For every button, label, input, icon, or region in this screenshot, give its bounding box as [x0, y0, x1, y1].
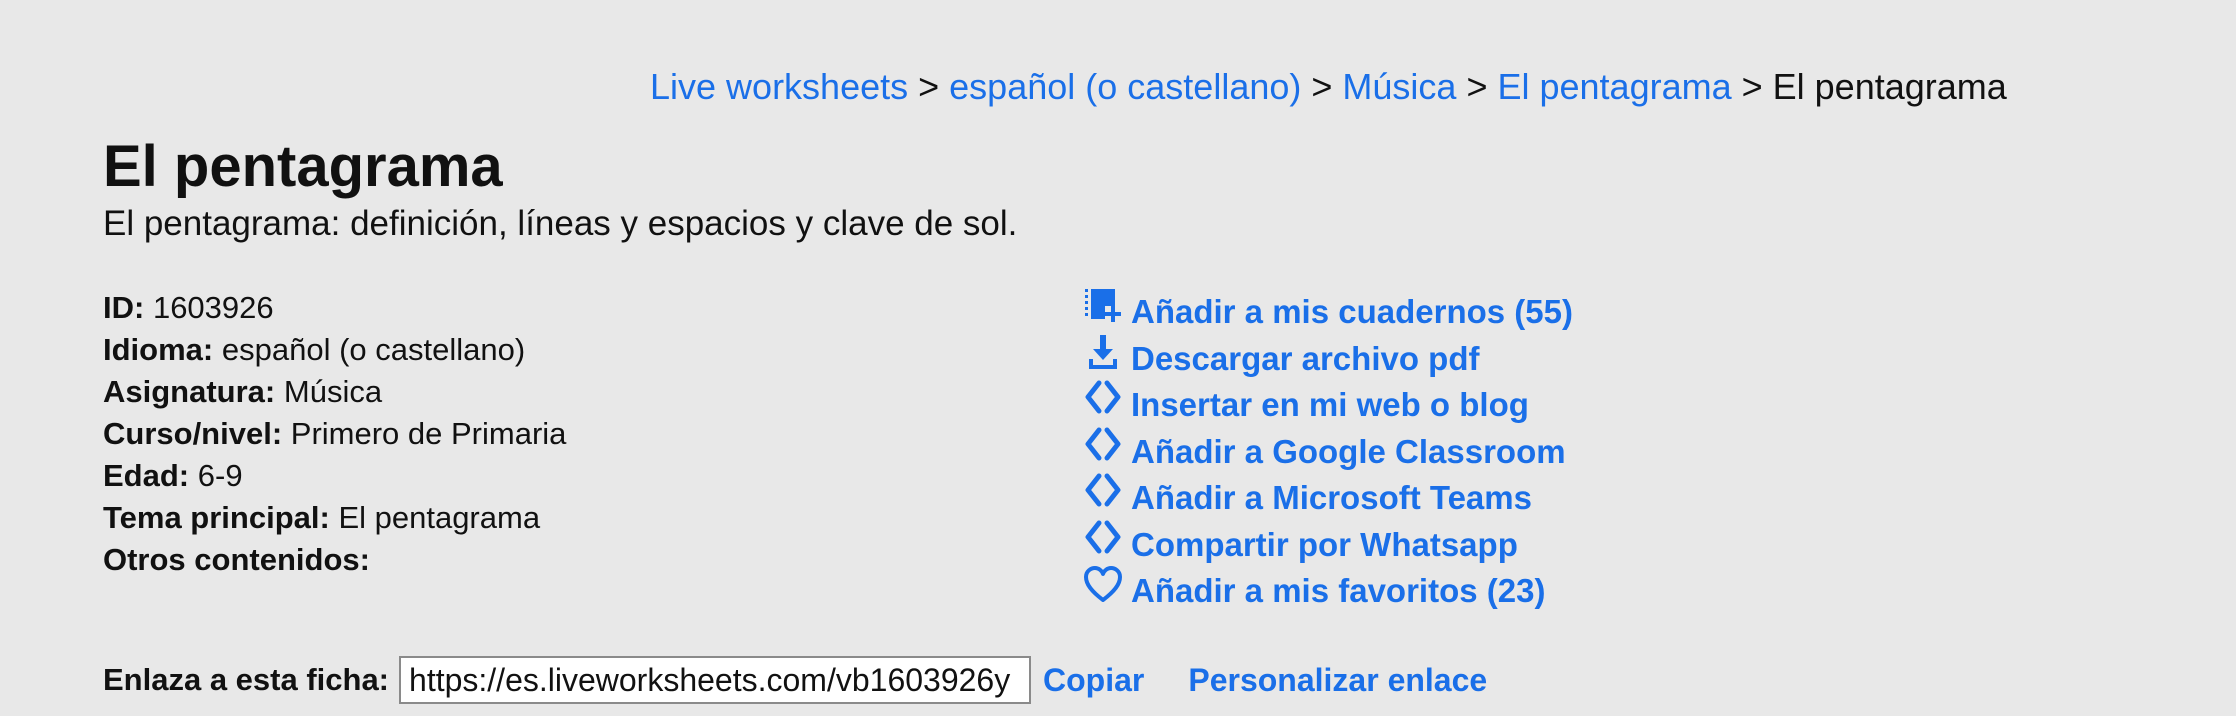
info-value: El pentagrama [338, 500, 541, 535]
add-to-notebook-icon [1083, 286, 1123, 326]
info-value: Música [283, 374, 383, 409]
add-microsoft-teams-button[interactable]: Añadir a Microsoft Teams [1083, 472, 1573, 522]
worksheet-actions: Añadir a mis cuadernos (55) Descargar ar… [1083, 289, 1573, 615]
info-label: Tema principal: [103, 500, 330, 535]
worksheet-info: ID: 1603926 Idioma: español (o castellan… [103, 287, 566, 581]
action-label: Añadir a Microsoft Teams [1131, 479, 1532, 516]
action-label: Descargar archivo pdf [1131, 339, 1480, 377]
heart-icon [1083, 565, 1123, 605]
info-label: Edad: [103, 458, 190, 493]
breadcrumb-separator: > [1741, 66, 1763, 107]
info-value: 6-9 [197, 458, 243, 493]
share-whatsapp-button[interactable]: Compartir por Whatsapp [1083, 519, 1573, 569]
breadcrumb-link-language[interactable]: español (o castellano) [949, 66, 1301, 107]
page-title: El pentagrama [103, 134, 503, 199]
info-label: ID: [103, 290, 145, 325]
download-pdf-button[interactable]: Descargar archivo pdf [1083, 333, 1573, 383]
personalize-link-button[interactable]: Personalizar enlace [1188, 662, 1487, 699]
copy-link-button[interactable]: Copiar [1043, 662, 1144, 699]
share-link-input[interactable] [399, 656, 1032, 704]
breadcrumb-separator: > [1466, 66, 1488, 107]
action-label: Añadir a mis cuadernos (55) [1131, 293, 1573, 330]
embed-web-blog-button[interactable]: Insertar en mi web o blog [1083, 379, 1573, 429]
info-label: Curso/nivel: [103, 416, 283, 451]
worksheet-description: El pentagrama: definición, líneas y espa… [103, 204, 1018, 243]
info-main-topic: Tema principal: El pentagrama [103, 497, 566, 539]
breadcrumb-separator: > [1311, 66, 1333, 107]
info-age: Edad: 6-9 [103, 455, 566, 497]
add-to-notebooks-button[interactable]: Añadir a mis cuadernos (55) [1083, 289, 1573, 336]
embed-code-icon [1083, 426, 1123, 466]
breadcrumb-link-topic[interactable]: El pentagrama [1497, 66, 1731, 107]
info-language: Idioma: español (o castellano) [103, 329, 566, 371]
info-id: ID: 1603926 [103, 287, 566, 329]
info-grade: Curso/nivel: Primero de Primaria [103, 413, 566, 455]
info-value: 1603926 [152, 290, 274, 325]
breadcrumb-current: El pentagrama [1772, 66, 2007, 107]
add-google-classroom-button[interactable]: Añadir a Google Classroom [1083, 426, 1573, 476]
info-label: Asignatura: [103, 374, 276, 409]
share-link-label: Enlaza a esta ficha: [103, 662, 390, 697]
embed-code-icon [1083, 379, 1123, 419]
action-label: Añadir a Google Classroom [1131, 432, 1566, 470]
worksheet-page: Live worksheets > español (o castellano) > M… [0, 0, 2236, 716]
share-link-row: Enlaza a esta ficha: Copiar Personalizar… [103, 656, 1487, 704]
action-label: Añadir a mis favoritos (23) [1131, 572, 1546, 609]
add-to-favorites-button[interactable]: Añadir a mis favoritos (23) [1083, 565, 1573, 615]
breadcrumb: Live worksheets > español (o castellano) > M… [650, 62, 2007, 112]
breadcrumb-link-subject[interactable]: Música [1342, 66, 1456, 107]
info-value: español (o castellano) [221, 332, 526, 367]
action-label: Insertar en mi web o blog [1131, 386, 1529, 423]
breadcrumb-separator: > [918, 66, 940, 107]
breadcrumb-link-live-worksheets[interactable]: Live worksheets [650, 66, 908, 107]
download-icon [1083, 333, 1123, 373]
info-other-content: Otros contenidos: [103, 539, 566, 581]
info-label: Otros contenidos: [103, 542, 370, 577]
embed-code-icon [1083, 472, 1123, 512]
info-label: Idioma: [103, 332, 214, 367]
info-subject: Asignatura: Música [103, 371, 566, 413]
embed-code-icon [1083, 519, 1123, 559]
info-value: Primero de Primaria [290, 416, 567, 451]
action-label: Compartir por Whatsapp [1131, 525, 1518, 563]
